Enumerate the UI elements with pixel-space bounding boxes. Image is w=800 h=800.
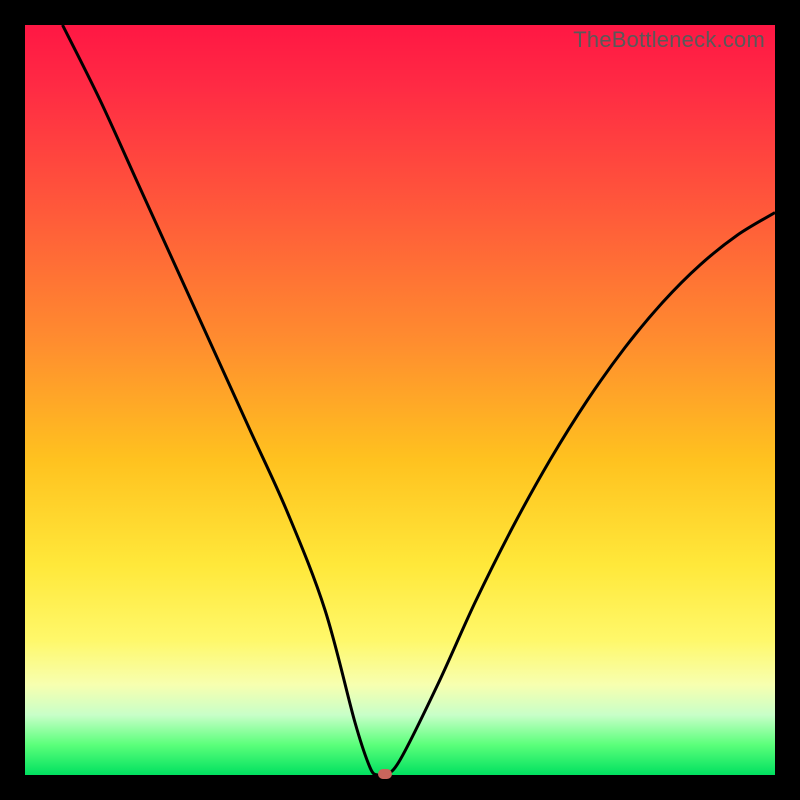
optimal-point-marker [378, 769, 392, 779]
plot-area: TheBottleneck.com [25, 25, 775, 775]
chart-frame: TheBottleneck.com [0, 0, 800, 800]
curve-path [63, 25, 776, 775]
bottleneck-curve [25, 25, 775, 775]
